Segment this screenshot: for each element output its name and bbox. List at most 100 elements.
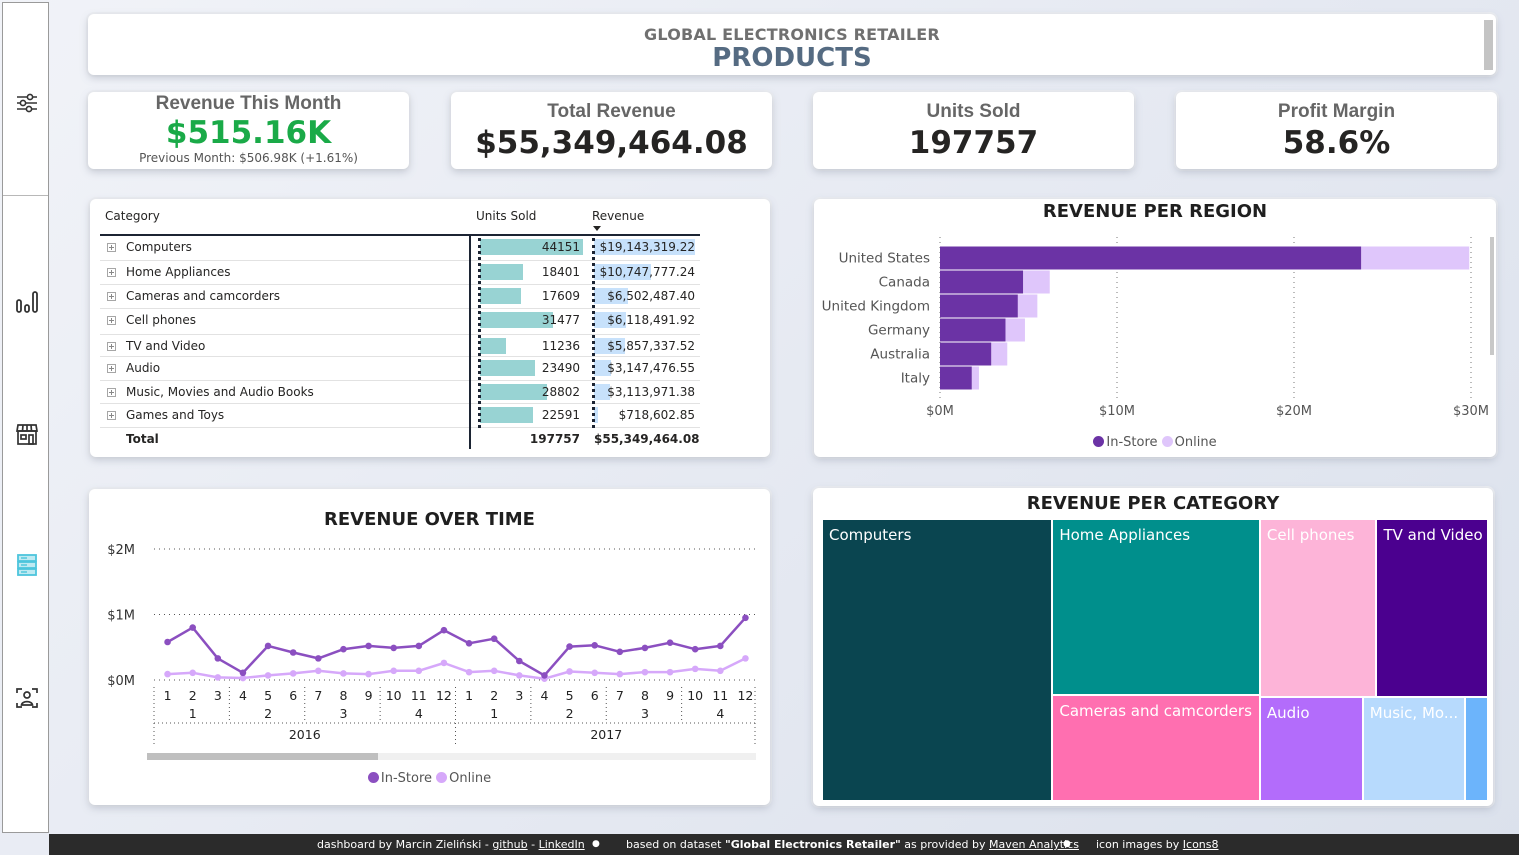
x-month-label: 7: [616, 688, 624, 703]
filter-sliders-icon[interactable]: [14, 90, 40, 116]
data-point-in-store: [666, 639, 674, 646]
column-header-revenue[interactable]: Revenue: [592, 209, 644, 223]
kpi-total-revenue: Total Revenue $55,349,464.08: [451, 92, 772, 169]
company-name: GLOBAL ELECTRONICS RETAILER: [644, 25, 940, 44]
treemap-tile[interactable]: Audio: [1259, 697, 1363, 801]
column-divider: [469, 236, 471, 449]
treemap-tile[interactable]: [1464, 697, 1488, 801]
treemap-tile[interactable]: Cameras and camcorders: [1052, 694, 1260, 801]
kpi-value: $55,349,464.08: [475, 125, 748, 161]
y-category-label: United Kingdom: [822, 299, 930, 315]
row-units-sold: 11236: [541, 339, 580, 353]
kpi-value: $515.16K: [165, 115, 332, 151]
expand-icon[interactable]: [107, 388, 116, 397]
time-scrollbar-thumb[interactable]: [147, 753, 379, 760]
data-point-online: [440, 659, 448, 667]
expand-icon[interactable]: [107, 342, 116, 351]
bar-segment-in-store: [940, 270, 1024, 294]
store-icon[interactable]: [14, 421, 40, 447]
x-month-label: 4: [540, 688, 548, 703]
data-point-online: [164, 670, 171, 678]
y-tick-label: $2M: [107, 543, 135, 558]
expand-icon[interactable]: [107, 243, 116, 252]
x-quarter-label: 2: [566, 706, 574, 721]
legend-item-in-store[interactable]: In-Store: [367, 771, 432, 786]
data-point-online: [616, 670, 624, 678]
x-month-label: 12: [737, 688, 753, 703]
sort-descending-icon[interactable]: [593, 226, 601, 231]
revenue-per-category-card: REVENUE PER CATEGORY Computers Home Appli…: [813, 488, 1493, 806]
matrix-row[interactable]: Computers 44151 $19,143,319.22: [100, 236, 700, 261]
x-month-label: 9: [666, 688, 674, 703]
time-legend: In-Store Online: [89, 771, 770, 786]
sidebar-divider: [3, 195, 48, 196]
legend-dot-icon: [367, 772, 379, 783]
row-units-sold: 17609: [541, 289, 580, 303]
expand-icon[interactable]: [107, 268, 116, 277]
github-link[interactable]: github: [492, 838, 527, 851]
data-point-online: [340, 670, 347, 677]
matrix-row[interactable]: Home Appliances 18401 $10,747,777.24: [100, 261, 700, 285]
row-category: Music, Movies and Audio Books: [126, 385, 314, 399]
row-category: Computers: [126, 240, 192, 254]
legend-item-online[interactable]: Online: [1161, 435, 1217, 450]
x-month-label: 8: [339, 688, 347, 703]
treemap-tile[interactable]: Home Appliances: [1052, 519, 1260, 695]
matrix-row[interactable]: TV and Video 11236 $5,857,337.52: [100, 335, 700, 357]
expand-icon[interactable]: [107, 316, 116, 325]
navigation-sidebar: [2, 2, 49, 833]
x-month-label: 12: [436, 688, 452, 703]
data-point-online: [315, 667, 322, 675]
data-point-in-store: [164, 638, 171, 646]
matrix-row[interactable]: Cameras and camcorders 17609 $6,502,487.40: [100, 285, 700, 309]
x-month-label: 1: [164, 688, 172, 703]
treemap-tile[interactable]: TV and Video: [1376, 519, 1488, 698]
bar-segment-online: [1361, 246, 1470, 270]
treemap-tile[interactable]: Music, Mo...: [1362, 697, 1465, 801]
header-scrollbar[interactable]: [1484, 20, 1493, 70]
matrix-row[interactable]: Audio 23490 $3,147,476.55: [100, 357, 700, 381]
data-point-in-store: [641, 644, 649, 652]
data-point-online: [490, 667, 498, 675]
data-point-in-store: [616, 648, 624, 656]
expand-icon[interactable]: [107, 364, 116, 373]
row-revenue: $19,143,319.22: [599, 240, 695, 254]
row-category: Cameras and camcorders: [126, 289, 281, 303]
row-units-sold: 23490: [541, 361, 580, 375]
expand-icon[interactable]: [107, 411, 116, 420]
matrix-row[interactable]: Games and Toys 22591 $718,602.85: [100, 404, 700, 428]
treemap-tile[interactable]: Computers: [822, 519, 1053, 801]
category-matrix-card: Category Units Sold Revenue Computers 441…: [90, 199, 770, 457]
matrix-row[interactable]: Music, Movies and Audio Books 28802 $3,113…: [100, 381, 700, 404]
x-month-label: 4: [239, 688, 247, 703]
row-revenue: $10,747,777.24: [599, 265, 695, 279]
data-point-in-store: [289, 649, 297, 656]
data-point-online: [591, 669, 598, 677]
icons8-link[interactable]: Icons8: [1183, 838, 1219, 851]
customer-scan-icon[interactable]: [14, 685, 40, 711]
column-header-category[interactable]: Category: [105, 209, 160, 223]
data-point-in-store: [465, 640, 473, 647]
row-units-sold: 28802: [541, 385, 580, 399]
expand-icon[interactable]: [107, 292, 116, 301]
x-quarter-label: 1: [490, 706, 498, 721]
matrix-row[interactable]: Cell phones 31477 $6,118,491.92: [100, 309, 700, 335]
treemap-tile[interactable]: Cell phones: [1259, 519, 1377, 698]
treemap-tile-label: Music, Mo...: [1369, 704, 1459, 723]
data-point-online: [666, 668, 674, 676]
x-tick-label: $20M: [1276, 404, 1312, 419]
legend-item-in-store[interactable]: In-Store: [1093, 435, 1158, 450]
region-chart-scrollbar[interactable]: [1490, 237, 1494, 355]
row-revenue: $6,118,491.92: [607, 313, 695, 327]
products-database-icon[interactable]: [14, 552, 40, 578]
kpi-label: Profit Margin: [1277, 101, 1396, 122]
data-point-in-store: [516, 657, 523, 665]
bar-chart-icon[interactable]: [14, 289, 40, 315]
x-month-label: 6: [591, 688, 599, 703]
column-header-units-sold[interactable]: Units Sold: [476, 209, 536, 223]
time-scrollbar-track[interactable]: [147, 753, 756, 760]
row-category: Games and Toys: [126, 408, 225, 422]
linkedin-link[interactable]: LinkedIn: [539, 838, 585, 851]
bar-segment-in-store: [940, 246, 1362, 270]
legend-item-online[interactable]: Online: [436, 771, 491, 786]
